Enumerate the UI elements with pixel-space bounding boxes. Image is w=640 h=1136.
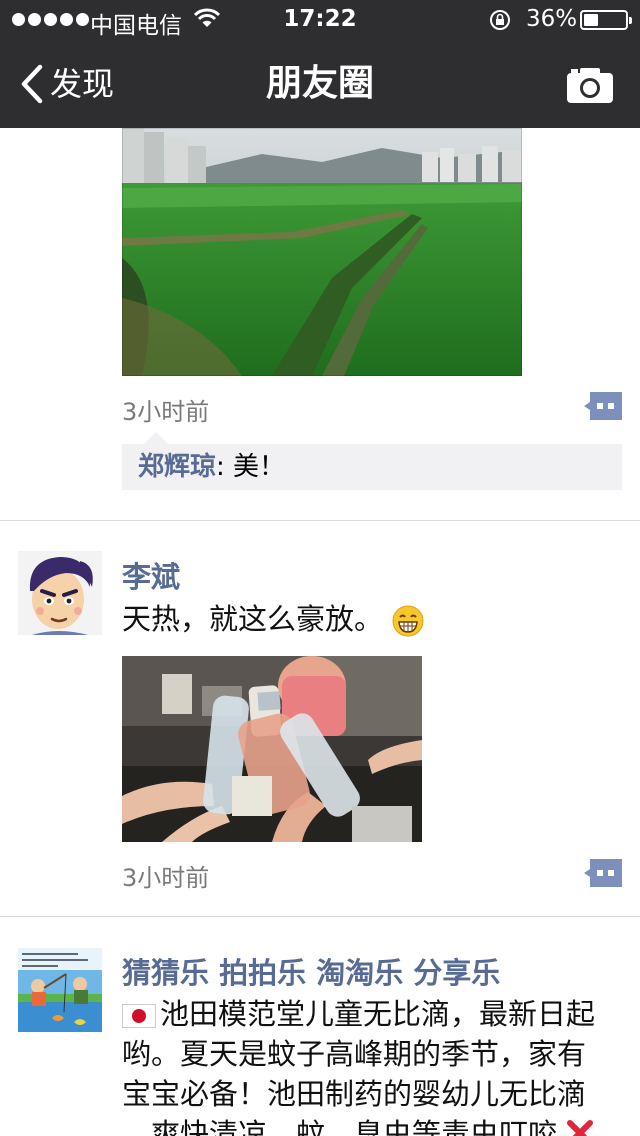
post-text: 天热，就这么豪放。 — [122, 600, 424, 638]
avatar[interactable] — [18, 551, 102, 635]
commenter-name[interactable]: 郑辉琼 — [138, 452, 216, 482]
post-photo-toast[interactable] — [122, 656, 422, 842]
avatar[interactable] — [18, 948, 102, 1032]
top-bar: 中国电信 17:22 36% 发现 朋友圈 — [0, 0, 640, 128]
author-name[interactable]: 猜猜乐 拍拍乐 淘淘乐 分享乐 — [122, 950, 500, 992]
post-text: 池田模范堂儿童无比滴，最新日起 哟。夏天是蚊子高峰期的季节，家有 宝宝必备！池田… — [122, 994, 622, 1136]
nav-bar: 发现 朋友圈 — [0, 40, 640, 128]
comment: 郑辉琼: 美！ — [138, 450, 285, 484]
lock-rotation-icon — [490, 10, 510, 30]
author-name[interactable]: 李斌 — [122, 554, 180, 596]
japan-flag-icon — [122, 1004, 156, 1028]
comment-text: : 美！ — [216, 452, 286, 482]
camera-icon[interactable] — [566, 66, 614, 104]
post-divider — [0, 916, 640, 917]
post-timestamp: 3小时前 — [122, 864, 210, 892]
back-label: 发现 — [50, 65, 115, 103]
back-chevron-icon — [21, 64, 43, 104]
post-text-line: 哟。夏天是蚊子高峰期的季节，家有 — [122, 1037, 587, 1071]
back-button[interactable]: 发现 — [18, 64, 114, 104]
post-text-content: 天热，就这么豪放。 — [122, 602, 384, 636]
comment-icon[interactable] — [584, 859, 622, 887]
grin-emoji-icon — [392, 605, 424, 637]
post-photo-rice-field[interactable] — [122, 128, 522, 376]
post-text-line: ，爽快清凉，蚊、臭虫等毒虫叮咬 — [122, 1114, 622, 1136]
cross-mark-icon — [567, 1120, 594, 1136]
battery-icon — [580, 10, 632, 30]
post-timestamp: 3小时前 — [122, 398, 210, 426]
post-text-line: 宝宝必备！池田制药的婴幼儿无比滴 — [122, 1077, 587, 1111]
post-text-line: 池田模范堂儿童无比滴，最新日起 — [122, 994, 622, 1034]
post-divider — [0, 520, 640, 521]
comment-icon[interactable] — [584, 392, 622, 420]
comment-section: 郑辉琼: 美！ — [122, 432, 622, 490]
moments-feed[interactable]: 3小时前 郑辉琼: 美！ 李斌 天热，就这么豪放。 3小时前 猜猜乐 拍拍乐 淘… — [0, 128, 640, 1136]
status-bar: 中国电信 17:22 36% — [0, 0, 640, 40]
battery-percent: 36% — [526, 6, 578, 32]
